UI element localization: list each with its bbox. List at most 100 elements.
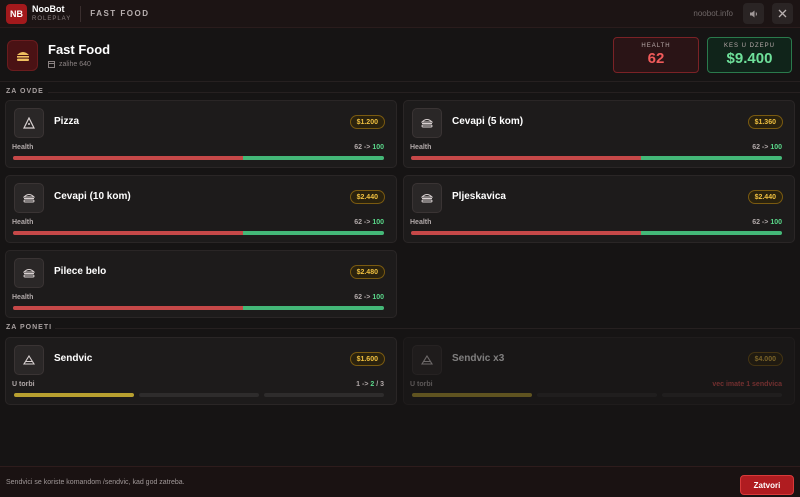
food-name: Pilece belo	[54, 266, 107, 277]
section-title: FAST FOOD	[90, 9, 150, 18]
food-name: Sendvic x3	[452, 353, 505, 364]
site-link[interactable]: noobot.info	[693, 9, 733, 18]
health-to: 100	[770, 144, 782, 151]
burger-icon	[412, 183, 442, 213]
food-card[interactable]: Pilece belo $2.480 Health 62 -> 100	[5, 250, 397, 318]
health-bar-current	[13, 156, 244, 160]
price-badge: $4.000	[747, 352, 783, 366]
health-from: 62 ->	[752, 219, 771, 226]
health-bar	[13, 306, 384, 310]
sandwich-icon	[14, 345, 44, 375]
food-name: Pizza	[54, 116, 80, 127]
bag-from: 1 ->	[356, 381, 371, 388]
health-stat: HEALTH 62	[613, 37, 699, 73]
health-bar	[411, 156, 782, 160]
close-icon	[778, 9, 787, 18]
health-bar-gain	[641, 156, 782, 160]
health-bar-gain	[243, 231, 384, 235]
burger-icon	[14, 183, 44, 213]
price-badge[interactable]: $2.440	[747, 190, 783, 204]
food-name: Sendvic	[54, 353, 93, 364]
takeaway-card: Sendvic x3 $4.000 U torbi vec imate 1 se…	[403, 337, 795, 405]
stock-info: zalihe 640	[48, 61, 91, 68]
health-from: 62 ->	[354, 144, 373, 151]
bag-label: U torbi	[12, 381, 35, 388]
brand: NooBot ROLEPLAY	[32, 4, 72, 23]
health-change: 62 -> 100	[752, 144, 782, 151]
health-label: Health	[410, 219, 432, 226]
takeaway-card[interactable]: Sendvic $1.600 U torbi 1 -> 2 / 3	[5, 337, 397, 405]
health-bar-current	[13, 231, 244, 235]
food-card[interactable]: Cevapi (10 kom) $2.440 Health 62 -> 100	[5, 175, 397, 243]
close-button[interactable]: Zatvori	[740, 475, 794, 495]
food-card[interactable]: Pizza $1.200 Health 62 -> 100	[5, 100, 397, 168]
health-to: 100	[372, 219, 384, 226]
cash-label: KES U DZEPU	[723, 43, 775, 49]
bag-count: 1 -> 2 / 3	[356, 381, 384, 388]
stock-text: zalihe 640	[59, 61, 91, 68]
health-change: 62 -> 100	[354, 294, 384, 301]
health-bar-current	[411, 156, 642, 160]
page-title: Fast Food	[48, 42, 111, 57]
page-header: Fast Food zalihe 640 HEALTH 62 KES U DZE…	[0, 28, 800, 82]
health-label: Health	[12, 294, 34, 301]
app-tagline: ROLEPLAY	[32, 16, 72, 22]
bag-slot	[662, 393, 782, 397]
bag-slot	[537, 393, 657, 397]
section-label-eat-here: ZA OVDE	[6, 88, 44, 95]
health-label: HEALTH	[641, 43, 671, 49]
health-to: 100	[770, 219, 782, 226]
burger-icon	[14, 258, 44, 288]
health-bar-gain	[243, 156, 384, 160]
food-card[interactable]: Pljeskavica $2.440 Health 62 -> 100	[403, 175, 795, 243]
health-bar-current	[411, 231, 642, 235]
section-label-take-away: ZA PONETI	[6, 324, 53, 331]
footer-hint: Sendvici se koriste komandom /sendvic, k…	[6, 479, 185, 486]
price-badge[interactable]: $1.200	[349, 115, 385, 129]
divider	[48, 92, 800, 93]
health-bar	[13, 156, 384, 160]
health-to: 100	[372, 144, 384, 151]
bag-slot	[139, 393, 259, 397]
price-badge[interactable]: $2.440	[349, 190, 385, 204]
burger-icon	[412, 108, 442, 138]
health-from: 62 ->	[354, 219, 373, 226]
box-icon	[48, 61, 55, 68]
health-from: 62 ->	[354, 294, 373, 301]
health-to: 100	[372, 294, 384, 301]
food-name: Pljeskavica	[452, 191, 506, 202]
health-change: 62 -> 100	[752, 219, 782, 226]
health-label: Health	[410, 144, 432, 151]
cash-stat: KES U DZEPU $9.400	[707, 37, 792, 73]
health-bar-gain	[243, 306, 384, 310]
price-badge[interactable]: $1.360	[747, 115, 783, 129]
food-name: Cevapi (10 kom)	[54, 191, 131, 202]
price-badge[interactable]: $2.480	[349, 265, 385, 279]
warning-text: vec imate 1 sendvica	[712, 381, 782, 388]
burger-icon	[7, 40, 38, 71]
health-bar-gain	[641, 231, 782, 235]
app-name: NooBot	[32, 4, 65, 14]
cash-value: $9.400	[726, 50, 773, 67]
top-bar: NB NooBot ROLEPLAY FAST FOOD	[0, 0, 800, 28]
health-from: 62 ->	[752, 144, 771, 151]
sound-button[interactable]	[743, 3, 764, 24]
health-bar	[13, 231, 384, 235]
speaker-icon	[749, 10, 757, 17]
price-badge[interactable]: $1.600	[349, 352, 385, 366]
health-label: Health	[12, 219, 34, 226]
food-name: Cevapi (5 kom)	[452, 116, 524, 127]
health-bar	[411, 231, 782, 235]
pizza-icon	[14, 108, 44, 138]
bag-slot	[412, 393, 532, 397]
food-card[interactable]: Cevapi (5 kom) $1.360 Health 62 -> 100	[403, 100, 795, 168]
health-bar-current	[13, 306, 244, 310]
app-logo: NB	[6, 3, 27, 24]
bag-label: U torbi	[410, 381, 433, 388]
health-change: 62 -> 100	[354, 219, 384, 226]
health-change: 62 -> 100	[354, 144, 384, 151]
window-close-button[interactable]	[772, 3, 793, 24]
bag-slot	[14, 393, 134, 397]
bag-slot	[264, 393, 384, 397]
health-label: Health	[12, 144, 34, 151]
